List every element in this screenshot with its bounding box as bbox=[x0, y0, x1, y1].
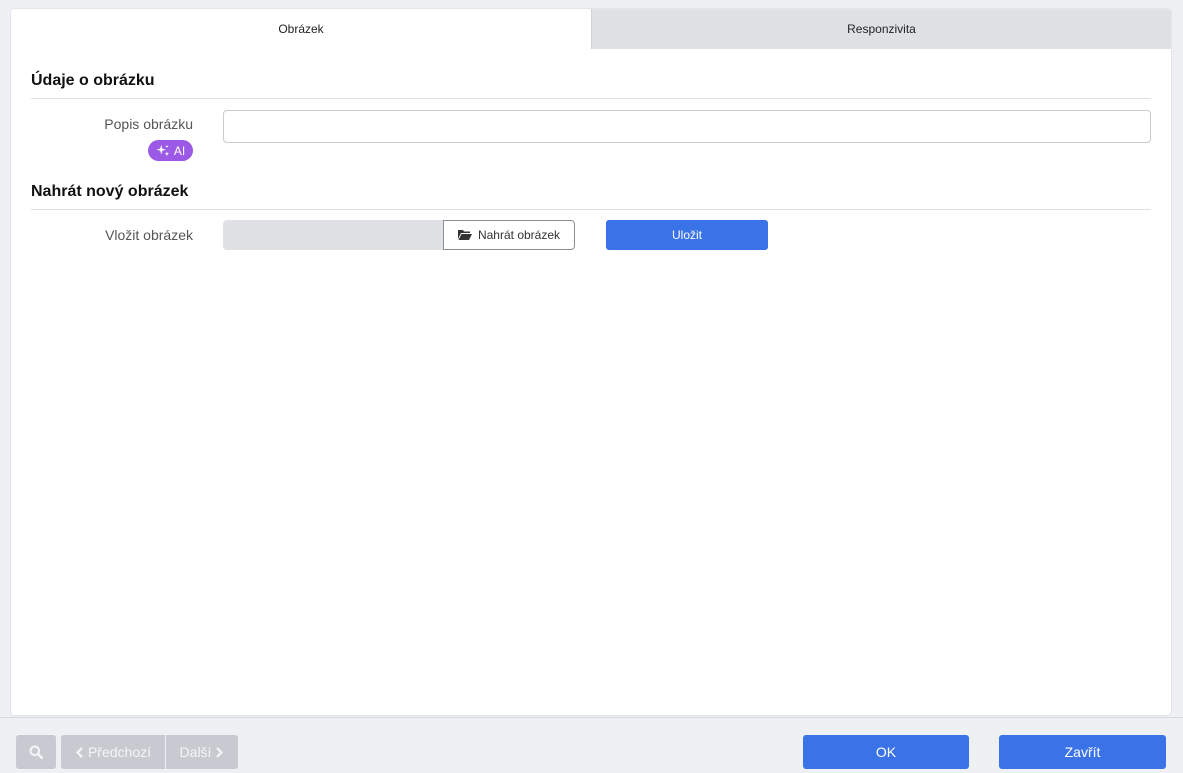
ai-badge-label: AI bbox=[173, 143, 186, 158]
ai-generate-button[interactable]: AI bbox=[148, 140, 193, 161]
chevron-right-icon bbox=[216, 746, 224, 758]
image-description-input[interactable] bbox=[223, 110, 1151, 143]
tab-bar: Obrázek Responzivita bbox=[11, 9, 1171, 49]
tab-image[interactable]: Obrázek bbox=[11, 9, 591, 49]
save-button[interactable]: Uložit bbox=[606, 220, 768, 250]
upload-row: Vložit obrázek Nahrát obrázek Uložit bbox=[31, 210, 1151, 252]
next-button[interactable]: Další bbox=[166, 735, 238, 769]
folder-open-icon bbox=[457, 230, 472, 240]
next-label: Další bbox=[179, 744, 212, 760]
section-title-image-details: Údaje o obrázku bbox=[31, 49, 1151, 99]
tab-content: Údaje o obrázku Popis obrázku AI Nahrát … bbox=[11, 49, 1171, 252]
dialog-footer: Předchozí Další OK Zavřít bbox=[0, 717, 1183, 773]
chevron-left-icon bbox=[75, 746, 83, 758]
upload-button-label: Nahrát obrázek bbox=[477, 228, 561, 242]
description-row: Popis obrázku AI bbox=[31, 99, 1151, 161]
insert-image-label: Vložit obrázek bbox=[105, 227, 193, 243]
upload-image-button[interactable]: Nahrát obrázek bbox=[443, 220, 575, 250]
close-button[interactable]: Zavřít bbox=[999, 735, 1166, 769]
description-label: Popis obrázku bbox=[104, 116, 193, 132]
image-dialog-panel: Obrázek Responzivita Údaje o obrázku Pop… bbox=[11, 9, 1171, 715]
previous-label: Předchozí bbox=[87, 744, 152, 760]
previous-button[interactable]: Předchozí bbox=[61, 735, 165, 769]
tab-responsiveness[interactable]: Responzivita bbox=[591, 9, 1171, 49]
sparkles-icon bbox=[156, 144, 170, 156]
file-name-display bbox=[223, 220, 445, 250]
search-icon bbox=[29, 745, 43, 759]
ok-button[interactable]: OK bbox=[803, 735, 969, 769]
section-title-upload-new-image: Nahrát nový obrázek bbox=[31, 159, 1151, 210]
search-button[interactable] bbox=[16, 735, 56, 769]
